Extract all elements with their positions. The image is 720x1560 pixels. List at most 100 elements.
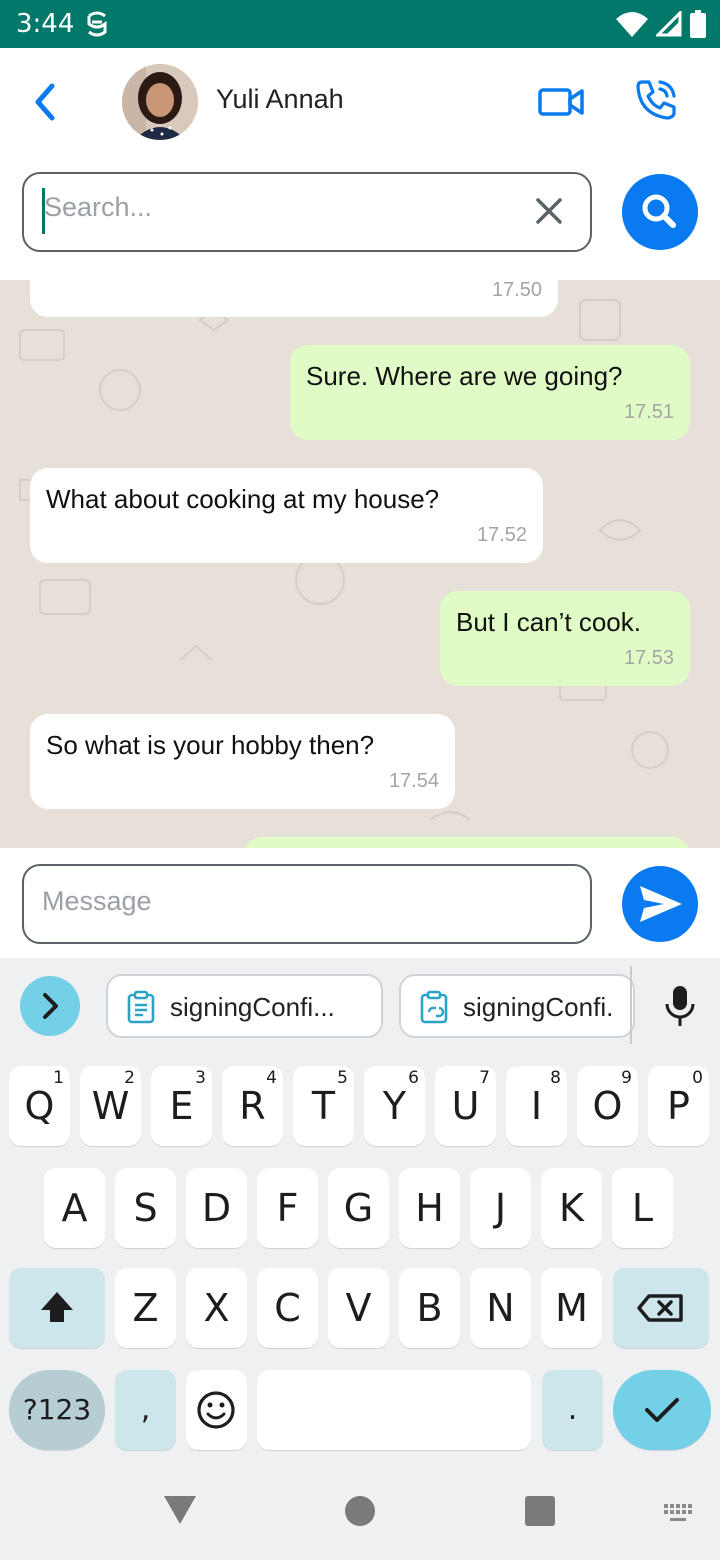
key-d[interactable]: D [186,1168,247,1248]
status-icons [616,10,706,38]
key-hint: 1 [53,1068,64,1088]
key-v[interactable]: V [328,1268,389,1348]
key-i[interactable]: I8 [506,1066,567,1146]
clipboard-link-icon [420,990,448,1024]
key-label: W [91,1084,130,1128]
home-nav-icon[interactable] [345,1496,375,1526]
clear-icon[interactable] [534,196,564,226]
message-bubble-incoming[interactable]: 17.50 [30,280,558,317]
wifi-icon [616,12,648,37]
navigation-icons [164,1496,692,1526]
checkmark-icon [645,1398,679,1422]
emoji-key[interactable] [186,1370,247,1450]
key-y[interactable]: Y6 [364,1066,425,1146]
key-hint: 4 [266,1068,277,1088]
key-j[interactable]: J [470,1168,531,1248]
key-t[interactable]: T5 [293,1066,354,1146]
comma-key[interactable]: , [115,1370,176,1450]
backspace-key[interactable] [613,1268,709,1348]
key-hint: 5 [337,1068,348,1088]
key-n[interactable]: N [470,1268,531,1348]
key-label: E [169,1084,194,1128]
key-x[interactable]: X [186,1268,247,1348]
system-navigation-bar [0,1462,720,1560]
key-l[interactable]: L [612,1168,673,1248]
key-c[interactable]: C [257,1268,318,1348]
key-s[interactable]: S [115,1168,176,1248]
recents-nav-icon[interactable] [525,1496,555,1526]
clipboard-suggestion[interactable]: signingConfi. [399,974,635,1038]
back-nav-icon[interactable] [164,1496,196,1524]
app-notification-icon [87,11,107,37]
message-time: 17.51 [623,401,674,423]
key-hint: 2 [124,1068,135,1088]
key-label: R [239,1084,266,1128]
message-composer: Message [0,848,720,958]
contact-name: Yuli Annah [216,84,344,114]
key-label: I [530,1084,543,1128]
microphone-icon[interactable] [662,984,698,1028]
key-m[interactable]: M [541,1268,602,1348]
message-bubble-outgoing[interactable]: But I can’t cook. 17.53 [440,591,690,686]
message-list[interactable]: 17.50 Sure. Where are we going? 17.51 Wh… [0,280,720,848]
key-b[interactable]: B [399,1268,460,1348]
done-key[interactable] [613,1370,711,1450]
search-button[interactable] [622,174,698,250]
avatar-photo [122,64,198,140]
key-r[interactable]: R4 [222,1066,283,1146]
keyboard-suggestion-strip: signingConfi... signingConfi. [0,958,720,1056]
phone-call-icon[interactable] [634,78,678,122]
key-hint: 3 [195,1068,206,1088]
search-input[interactable]: Search... [22,172,592,252]
key-u[interactable]: U7 [435,1066,496,1146]
expand-toolbar-button[interactable] [20,976,80,1036]
message-bubble-incoming[interactable]: So what is your hobby then? 17.54 [30,714,455,809]
send-icon [640,886,682,922]
message-bubble-outgoing[interactable]: Sure. Where are we going? 17.51 [290,345,690,440]
key-hint: 9 [621,1068,632,1088]
key-k[interactable]: K [541,1168,602,1248]
video-call-icon[interactable] [538,86,584,118]
period-key[interactable]: . [542,1370,603,1450]
message-time: 17.50 [491,280,542,301]
message-bubble-incoming[interactable]: What about cooking at my house? 17.52 [30,468,543,563]
symbols-key[interactable]: ?123 [9,1370,105,1450]
search-placeholder: Search... [44,192,153,222]
key-q[interactable]: Q1 [9,1066,70,1146]
status-time: 3:44 [16,9,75,39]
message-bubble-outgoing[interactable] [244,837,690,848]
key-a[interactable]: A [44,1168,105,1248]
key-e[interactable]: E3 [151,1066,212,1146]
chat-header: Yuli Annah [0,48,720,158]
message-text: What about cooking at my house? [46,484,440,514]
key-label: P [667,1084,690,1128]
key-w[interactable]: W2 [80,1066,141,1146]
message-input[interactable]: Message [22,864,592,944]
battery-icon [690,10,706,38]
key-h[interactable]: H [399,1168,460,1248]
signal-icon [656,11,682,37]
send-button[interactable] [622,866,698,942]
keyboard-switch-icon[interactable] [664,1504,692,1521]
shift-icon [41,1292,73,1322]
suggestion-divider [630,966,632,1044]
emoji-icon [197,1391,235,1429]
search-bar: Search... [0,158,720,280]
space-key[interactable] [257,1370,531,1450]
key-p[interactable]: P0 [648,1066,709,1146]
shift-key[interactable] [9,1268,105,1348]
key-label: T [311,1084,336,1128]
message-time: 17.54 [388,770,439,792]
key-g[interactable]: G [328,1168,389,1248]
message-time: 17.53 [623,647,674,669]
message-placeholder: Message [42,886,152,916]
key-o[interactable]: O9 [577,1066,638,1146]
message-text: But I can’t cook. [456,607,641,637]
avatar[interactable] [122,64,198,140]
status-bar: 3:44 [0,0,720,48]
message-text: So what is your hobby then? [46,730,375,760]
key-z[interactable]: Z [115,1268,176,1348]
back-arrow-icon[interactable] [28,80,62,124]
clipboard-suggestion[interactable]: signingConfi... [106,974,383,1038]
key-f[interactable]: F [257,1168,318,1248]
